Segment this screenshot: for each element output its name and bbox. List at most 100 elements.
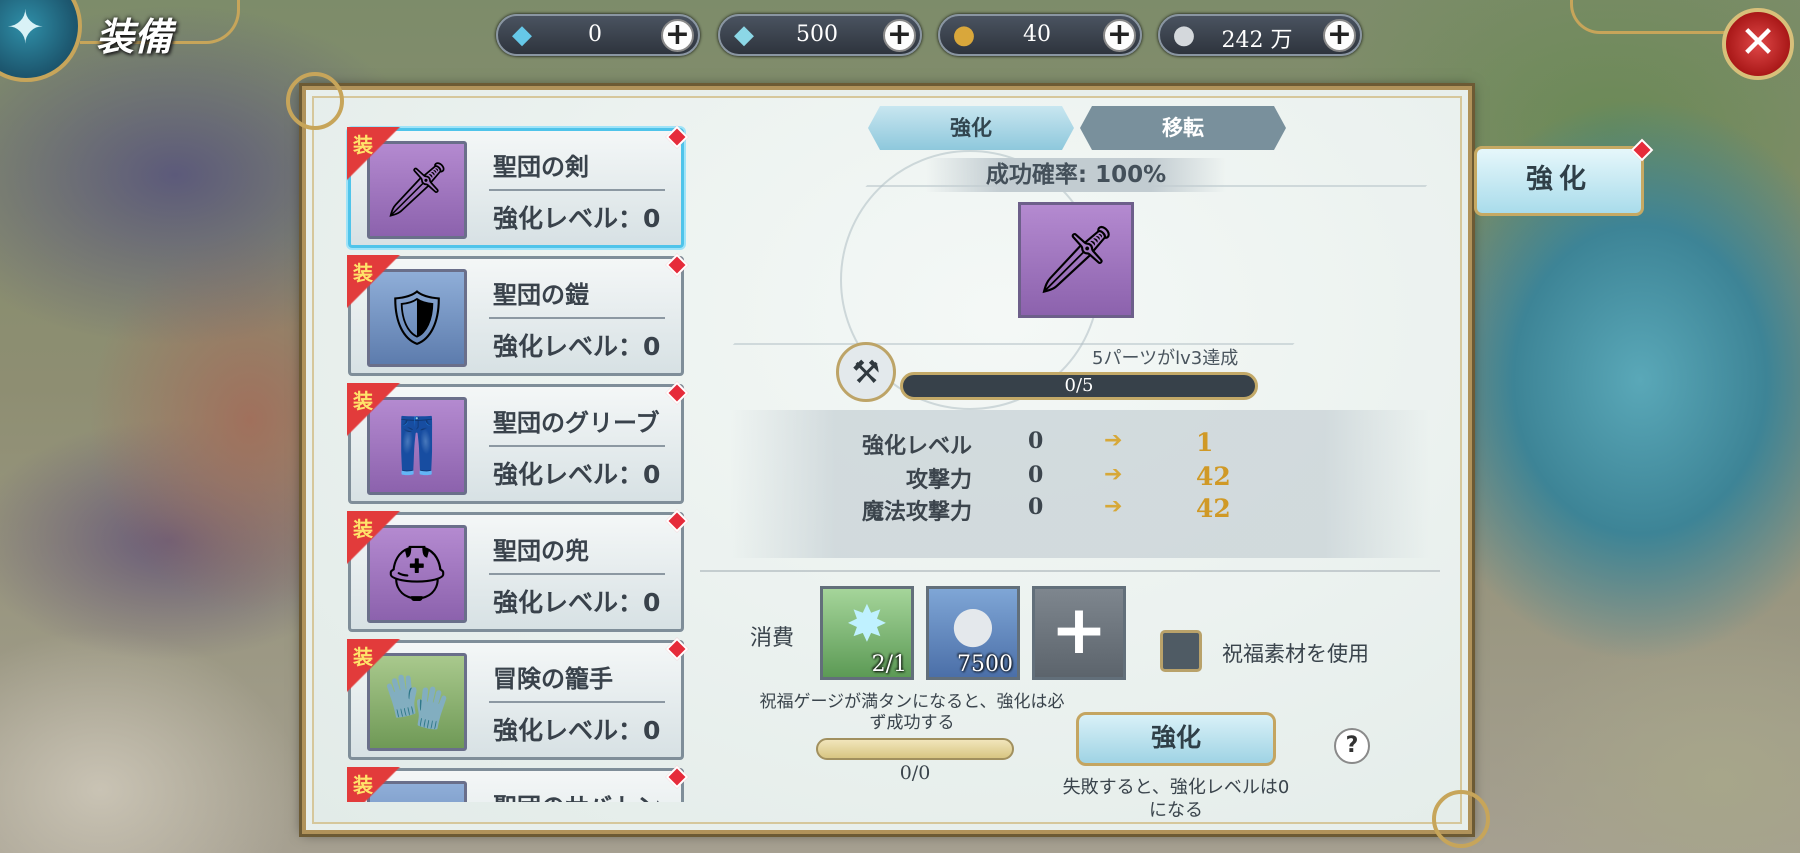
item-name: 聖団の兜 <box>493 537 589 565</box>
stat-from: 0 <box>1028 428 1044 454</box>
progress-note: 5パーツがlv3達成 <box>1092 348 1239 369</box>
list-item[interactable]: 👖 装 聖団のグリーブ 強化レベル：0 <box>347 381 689 504</box>
stat-row: 強化レベル 0 ➔ 1 <box>730 428 1430 460</box>
list-item[interactable]: 🥾 装 聖団のサバトン <box>347 765 689 802</box>
enhance-button[interactable]: 強化 <box>1076 712 1276 766</box>
plus-icon: + <box>1050 591 1108 670</box>
stat-label: 魔法攻撃力 <box>861 500 972 525</box>
equipment-list[interactable]: 🗡 装 聖団の剣 強化レベル：0 🛡 装 聖団の鎧 強化レベル：0 👖 装 聖団… <box>342 124 694 802</box>
resource-value: 500 <box>796 22 838 47</box>
item-name: 聖団の剣 <box>493 153 589 181</box>
resource-value: 40 <box>1023 22 1051 47</box>
add-silver-button[interactable]: + <box>1323 19 1356 52</box>
bless-material-checkbox[interactable] <box>1160 630 1202 672</box>
stat-from: 0 <box>1028 494 1044 520</box>
resource-silver: ● 242 万 + <box>1158 14 1362 56</box>
stat-label: 強化レベル <box>861 434 972 459</box>
medal-icon: ● <box>952 20 976 50</box>
list-item[interactable]: ⛑ 装 聖団の兜 強化レベル：0 <box>347 509 689 632</box>
blue-crystal-icon: ◆ <box>512 20 532 50</box>
add-crystal-button[interactable]: + <box>661 19 694 52</box>
tab-enhance[interactable]: 強化 <box>868 106 1074 150</box>
anvil-icon: ⚒ <box>836 342 896 402</box>
set-progress-bar: 0/5 <box>900 372 1258 400</box>
bless-gauge-note: 祝福ゲージが満タンになると、強化は必ず成功する <box>759 692 1065 733</box>
arrow-right-icon: ➔ <box>1104 428 1123 453</box>
equipped-tag: 装 <box>347 255 401 309</box>
side-enhance-button[interactable]: 強化 <box>1474 146 1644 216</box>
tab-transfer[interactable]: 移転 <box>1080 106 1286 150</box>
notification-dot <box>665 253 689 277</box>
divider <box>489 317 665 319</box>
divider <box>700 570 1440 572</box>
stat-label: 攻撃力 <box>905 468 972 493</box>
add-medal-button[interactable]: + <box>1103 19 1136 52</box>
arrow-right-icon: ➔ <box>1104 494 1123 519</box>
material-slot[interactable]: ● 7500 <box>926 586 1020 680</box>
stat-preview: 強化レベル 0 ➔ 1 攻撃力 0 ➔ 42 魔法攻撃力 0 ➔ 42 <box>730 410 1430 558</box>
material-slot[interactable]: ✸ 2/1 <box>820 586 914 680</box>
list-item[interactable]: 🛡 装 聖団の鎧 強化レベル：0 <box>347 253 689 376</box>
list-item[interactable]: 🗡 装 聖団の剣 強化レベル：0 <box>347 125 689 248</box>
resource-medal: ● 40 + <box>938 14 1142 56</box>
item-level: 強化レベル：0 <box>493 716 661 745</box>
notification-dot <box>665 765 689 789</box>
notification-dot <box>665 637 689 661</box>
divider <box>489 189 665 191</box>
bless-gauge-value: 0/0 <box>899 762 931 784</box>
close-button[interactable]: ✕ <box>1722 8 1794 80</box>
page-title: 装備 <box>96 15 173 59</box>
equipped-tag: 装 <box>347 767 401 802</box>
success-rate: 成功確率: 100% <box>926 158 1226 192</box>
notification-dot <box>665 509 689 533</box>
bless-material-label: 祝福素材を使用 <box>1222 642 1369 666</box>
arrow-right-icon: ➔ <box>1104 462 1123 487</box>
stat-to: 42 <box>1196 462 1231 491</box>
item-name: 冒険の籠手 <box>493 665 613 693</box>
divider <box>489 701 665 703</box>
selected-item-sword-icon: 🗡 <box>1018 202 1134 318</box>
close-icon: ✕ <box>1739 17 1777 68</box>
item-name: 聖団のサバトン <box>493 787 661 802</box>
equipped-tag: 装 <box>347 511 401 565</box>
silver-coin-icon: ● <box>1172 20 1196 50</box>
stat-row: 魔法攻撃力 0 ➔ 42 <box>730 494 1430 526</box>
bless-gauge-bar <box>816 738 1014 760</box>
item-level: 強化レベル：0 <box>493 460 661 489</box>
divider <box>489 573 665 575</box>
add-paid-crystal-button[interactable]: + <box>883 19 916 52</box>
panel-corner-ornament <box>286 72 344 130</box>
add-material-button[interactable]: + <box>1032 586 1126 680</box>
mode-tabs: 強化 移転 <box>868 106 1288 150</box>
list-item[interactable]: 🧤 装 冒険の籠手 強化レベル：0 <box>347 637 689 760</box>
item-name: 聖団のグリーブ <box>493 409 660 437</box>
consume-label: 消費 <box>750 626 795 651</box>
blue-star-crystal-icon: ✸ <box>846 595 888 653</box>
item-level: 強化レベル：0 <box>493 204 661 233</box>
silver-coin-icon: ● <box>951 595 995 653</box>
material-qty: 2/1 <box>871 652 907 677</box>
item-level: 強化レベル：0 <box>493 332 661 361</box>
notification-dot <box>665 381 689 405</box>
panel-corner-ornament <box>1432 790 1490 848</box>
compass-star-icon: ✦ <box>6 0 45 54</box>
locked-crystal-icon: ◆ <box>734 20 754 50</box>
resource-crystal: ◆ 0 + <box>496 14 700 56</box>
header-ornament-right <box>1570 0 1730 34</box>
item-name: 聖団の鎧 <box>493 281 589 309</box>
fail-note: 失敗すると、強化レベルは0になる <box>1062 777 1290 821</box>
stat-to: 42 <box>1196 494 1231 523</box>
resource-value: 0 <box>588 22 602 47</box>
divider <box>489 445 665 447</box>
notification-dot <box>665 125 689 149</box>
stat-from: 0 <box>1028 462 1044 488</box>
equipped-tag: 装 <box>347 127 401 181</box>
stat-row: 攻撃力 0 ➔ 42 <box>730 462 1430 494</box>
item-level: 強化レベル：0 <box>493 588 661 617</box>
help-button[interactable]: ? <box>1334 728 1370 764</box>
equipped-tag: 装 <box>347 383 401 437</box>
material-qty: 7500 <box>957 652 1013 677</box>
menu-emblem[interactable]: ✦ <box>0 0 82 82</box>
resource-value: 242 万 <box>1221 28 1293 53</box>
resource-paid-crystal: ◆ 500 + <box>718 14 922 56</box>
